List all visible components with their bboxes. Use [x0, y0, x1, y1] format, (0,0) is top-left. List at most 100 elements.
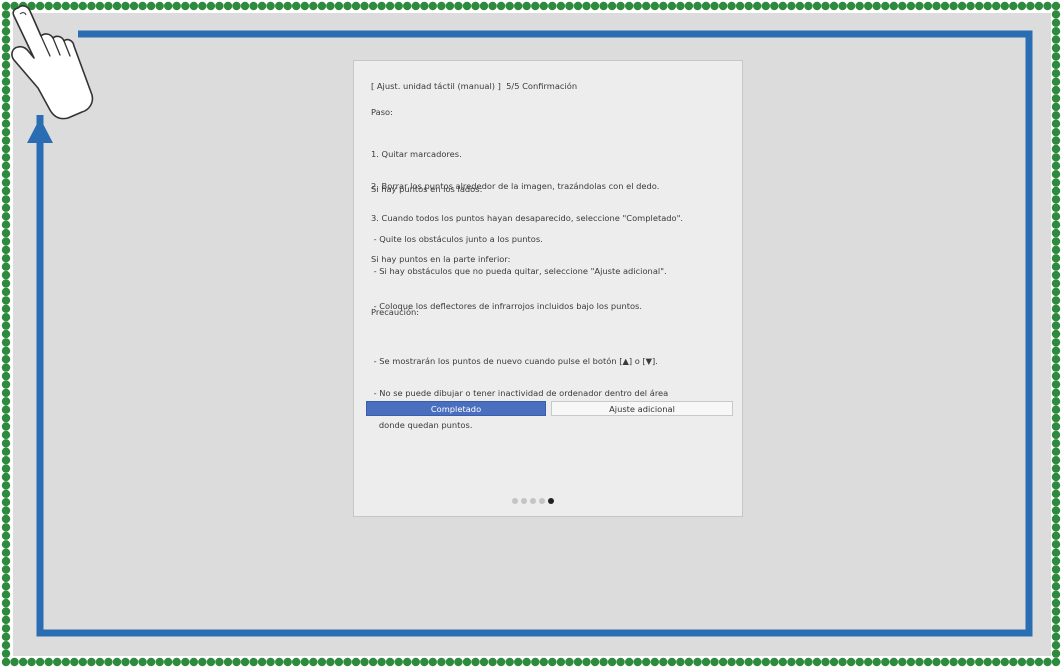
- calibration-dot: [599, 657, 608, 667]
- calibration-dot: [1051, 430, 1061, 440]
- calibration-dot: [1, 329, 11, 339]
- list-item: - No se puede dibujar o tener inactivida…: [371, 387, 669, 398]
- calibration-dot: [428, 657, 437, 667]
- calibration-dot: [385, 1, 395, 11]
- calibration-dot: [949, 1, 958, 11]
- calibration-dot: [206, 1, 216, 11]
- calibration-dot: [1, 388, 11, 398]
- calibration-dot: [454, 657, 463, 667]
- calibration-dot: [1051, 313, 1061, 322]
- calibration-dot: [1051, 161, 1061, 170]
- calibration-dot: [1, 321, 11, 330]
- calibration-dot: [1, 590, 11, 599]
- calibration-dot: [266, 657, 275, 667]
- calibration-dot: [35, 1, 45, 11]
- calibration-dot: [573, 657, 583, 667]
- calibration-dot: [1051, 472, 1061, 482]
- calibration-dot: [1051, 598, 1061, 608]
- calibration-dot: [1051, 413, 1061, 423]
- calibration-dot: [727, 657, 736, 667]
- calibration-dot: [462, 657, 472, 667]
- calibration-dot: [1051, 186, 1061, 196]
- calibration-dot: [1, 607, 11, 616]
- calibration-dot: [710, 1, 719, 11]
- calibration-dot: [1051, 624, 1061, 633]
- calibration-dot: [35, 657, 45, 667]
- page-dot: [512, 498, 518, 504]
- calibration-dot: [1, 237, 11, 246]
- calibration-dot: [923, 657, 933, 667]
- calibration-dot: [607, 1, 617, 11]
- calibration-dot: [181, 657, 190, 667]
- calibration-dot: [1, 405, 11, 414]
- calibration-dot: [112, 657, 122, 667]
- additional-adjustment-button[interactable]: Ajuste adicional: [551, 401, 733, 416]
- calibration-dot: [1051, 18, 1061, 27]
- calibration-dot: [360, 1, 369, 11]
- caution-heading: Precaución:: [371, 307, 420, 317]
- caution-list: - Se mostrarán los puntos de nuevo cuand…: [371, 335, 669, 452]
- calibration-dot: [505, 1, 514, 11]
- page-dot: [521, 498, 527, 504]
- calibration-dot: [292, 1, 301, 11]
- list-item: - Quite los obstáculos junto a los punto…: [371, 234, 543, 245]
- calibration-dot: [1051, 615, 1061, 625]
- calibration-dot: [343, 657, 352, 667]
- calibration-dot: [1, 624, 11, 633]
- calibration-dot: [667, 1, 677, 11]
- calibration-dot: [351, 1, 361, 11]
- calibration-dot: [1051, 220, 1061, 229]
- steps-heading: Paso:: [371, 107, 393, 117]
- calibration-dot: [1051, 136, 1061, 145]
- calibration-dot: [693, 1, 702, 11]
- calibration-dot: [1, 245, 11, 255]
- completed-button[interactable]: Completado: [366, 401, 546, 416]
- calibration-dot: [70, 1, 79, 11]
- calibration-dot: [1051, 641, 1061, 650]
- calibration-dot: [1051, 304, 1061, 313]
- calibration-dot: [1, 296, 11, 305]
- calibration-dot: [240, 657, 250, 667]
- calibration-dot: [906, 1, 916, 11]
- calibration-dot: [70, 657, 79, 667]
- calibration-dot: [983, 657, 992, 667]
- calibration-dot: [1051, 279, 1061, 288]
- calibration-dot: [1, 338, 11, 347]
- calibration-dot: [1, 464, 11, 473]
- calibration-dot: [1, 489, 11, 498]
- calibration-dot: [1, 548, 11, 557]
- calibration-dot: [1, 657, 11, 667]
- calibration-dot: [1051, 531, 1061, 540]
- calibration-dot: [590, 1, 600, 11]
- calibration-dot: [676, 657, 685, 667]
- calibration-dot: [1, 523, 11, 532]
- calibration-dot: [164, 657, 173, 667]
- calibration-dot: [556, 657, 566, 667]
- calibration-dot: [1, 69, 11, 78]
- calibration-dot: [164, 1, 173, 11]
- calibration-dot: [607, 657, 617, 667]
- calibration-dot: [138, 657, 147, 667]
- calibration-dot: [1, 514, 11, 524]
- calibration-dot: [445, 1, 455, 11]
- calibration-dot: [992, 1, 1001, 11]
- calibration-dot: [667, 657, 677, 667]
- calibration-dot: [1, 472, 11, 482]
- calibration-dot: [1051, 657, 1061, 667]
- calibration-dot: [266, 1, 275, 11]
- calibration-dot: [1, 355, 11, 364]
- calibration-dot: [44, 1, 53, 11]
- calibration-dot: [1051, 153, 1061, 162]
- calibration-dot: [292, 657, 301, 667]
- calibration-dot: [1, 270, 11, 280]
- calibration-dot: [1017, 1, 1027, 11]
- calibration-dot: [812, 657, 822, 667]
- calibration-dot: [479, 657, 489, 667]
- calibration-dot: [1, 144, 11, 154]
- calibration-dot: [1051, 498, 1061, 507]
- calibration-dot: [1051, 119, 1061, 128]
- calibration-dot: [189, 1, 198, 11]
- calibration-dot: [821, 657, 830, 667]
- calibration-dot: [616, 1, 625, 11]
- calibration-dot: [368, 1, 378, 11]
